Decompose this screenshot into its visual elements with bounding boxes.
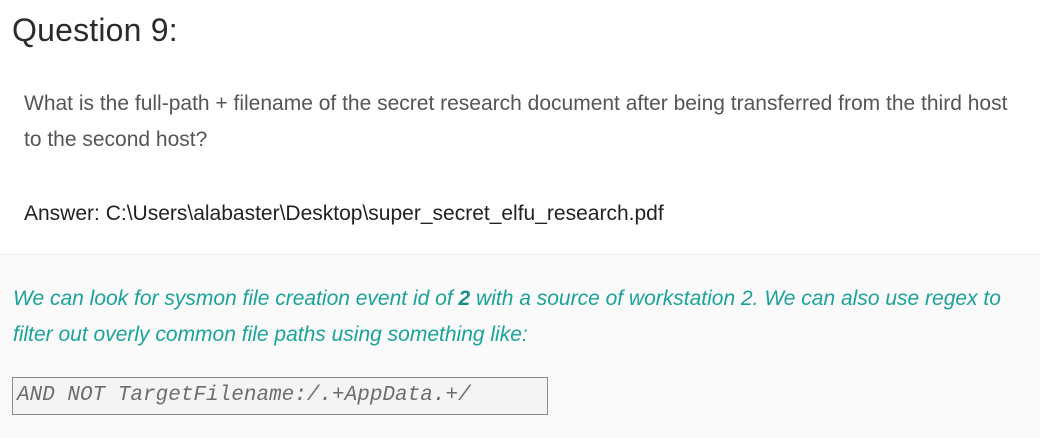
answer-line: Answer: C:\Users\alabaster\Desktop\super… xyxy=(24,198,664,230)
question-text: What is the full-path + filename of the … xyxy=(24,92,1008,151)
answer-value: C:\Users\alabaster\Desktop\super_secret_… xyxy=(105,202,664,225)
explanation-text: We can look for sysmon file creation eve… xyxy=(13,281,1023,353)
explanation-part-1: We can look for sysmon file creation eve… xyxy=(13,287,459,310)
answer-label: Answer: xyxy=(24,202,106,225)
explanation-panel: We can look for sysmon file creation eve… xyxy=(0,254,1040,438)
question-heading: Question 9: xyxy=(12,12,178,48)
code-snippet-box: AND NOT TargetFilename:/.+AppData.+/ xyxy=(12,377,548,415)
code-snippet: AND NOT TargetFilename:/.+AppData.+/ xyxy=(17,384,471,407)
event-id: 2 xyxy=(458,287,471,310)
